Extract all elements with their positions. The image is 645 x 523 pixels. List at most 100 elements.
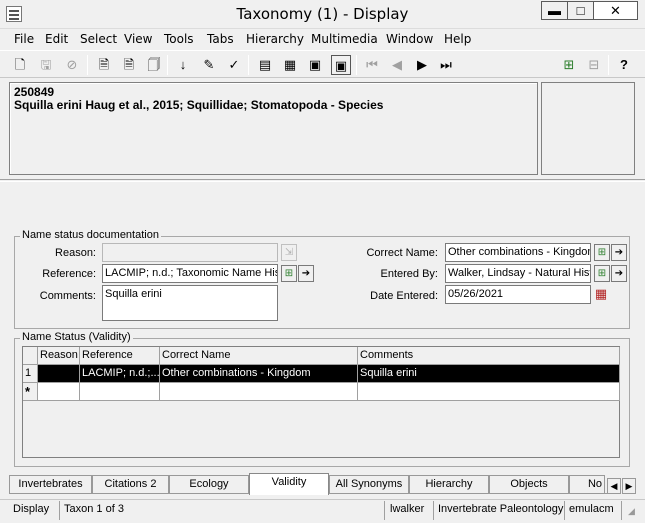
date-entered-field[interactable]: 05/26/2021 xyxy=(445,285,591,304)
cell-comments[interactable] xyxy=(358,383,620,401)
first-record-icon[interactable]: ⏮ xyxy=(362,55,382,75)
page-view-icon[interactable]: ▣ xyxy=(305,55,325,75)
menu-view[interactable]: View xyxy=(124,32,152,46)
toolbar-separator xyxy=(87,55,88,75)
cell-correct-name[interactable]: Other combinations - Kingdom xyxy=(160,365,358,383)
tab-hierarchy[interactable]: Hierarchy xyxy=(409,475,489,494)
toolbar-separator xyxy=(356,55,357,75)
column-header-reason[interactable]: Reason xyxy=(38,347,80,365)
details-view-icon[interactable]: ▤ xyxy=(255,55,275,75)
status-database: emulacm xyxy=(566,501,622,520)
group-title: Name status documentation xyxy=(20,229,161,241)
reference-open-button[interactable]: ➔ xyxy=(298,265,314,282)
previous-record-icon[interactable]: ◀ xyxy=(387,55,407,75)
edit-pen-icon[interactable]: ✎ xyxy=(199,55,219,75)
sort-icon[interactable]: ↓ xyxy=(173,55,193,75)
reason-lookup-button[interactable]: ⇲ xyxy=(281,244,297,261)
status-record-position: Taxon 1 of 3 xyxy=(61,501,385,520)
tab-validity[interactable]: Validity xyxy=(249,473,329,495)
tab-objects[interactable]: Objects xyxy=(489,475,569,494)
tab-no[interactable]: No xyxy=(569,475,605,494)
date-entered-label: Date Entered: xyxy=(370,290,438,302)
menu-file[interactable]: File xyxy=(14,32,34,46)
status-user: lwalker xyxy=(387,501,434,520)
record-header xyxy=(9,82,538,175)
comments-field[interactable]: Squilla erini xyxy=(102,285,278,321)
maximize-button[interactable]: □ xyxy=(567,1,594,20)
close-icon: ✕ xyxy=(610,3,621,18)
record-id: 250849 xyxy=(14,85,55,99)
cell-reason[interactable] xyxy=(38,383,80,401)
spellcheck-icon[interactable]: ✓ xyxy=(224,55,244,75)
cell-reason[interactable] xyxy=(38,365,80,383)
toolbar-separator xyxy=(167,55,168,75)
tab-invertebrates[interactable]: Invertebrates xyxy=(9,475,92,494)
toolbar: 🗋 🖫 ⊘ 🗎 🗎 🗍 ↓ ✎ ✓ ▤ ▦ ▣ ▣ ⏮ ◀ ▶ ⏭ ⊞ ⊟ ? xyxy=(0,50,645,78)
header-divider xyxy=(0,179,645,182)
tab-ecology[interactable]: Ecology xyxy=(169,475,249,494)
toolbar-separator xyxy=(608,55,609,75)
new-record-icon[interactable]: 🗋 xyxy=(10,55,30,75)
cell-comments[interactable]: Squilla erini xyxy=(358,365,620,383)
correct-name-field[interactable]: Other combinations - Kingdom xyxy=(445,243,591,262)
column-header-reference[interactable]: Reference xyxy=(80,347,160,365)
cell-correct-name[interactable] xyxy=(160,383,358,401)
resize-grip-icon[interactable]: ◢ xyxy=(628,506,642,520)
menu-help[interactable]: Help xyxy=(444,32,471,46)
attach-icon: ⊞ xyxy=(597,268,607,279)
comments-label: Comments: xyxy=(39,290,96,302)
menu-bar: File Edit Select View Tools Tabs Hierarc… xyxy=(0,29,645,49)
minimize-icon: ▬ xyxy=(548,3,561,18)
column-header-correct-name[interactable]: Correct Name xyxy=(160,347,358,365)
reference-field[interactable]: LACMIP; n.d.; Taxonomic Name Hist xyxy=(102,264,278,283)
last-record-icon[interactable]: ⏭ xyxy=(436,55,456,75)
menu-hierarchy[interactable]: Hierarchy xyxy=(246,32,304,46)
list-view-icon[interactable]: ▦ xyxy=(280,55,300,75)
cell-reference[interactable] xyxy=(80,383,160,401)
status-mode: Display xyxy=(10,501,60,520)
context-help-icon[interactable]: ? xyxy=(614,55,634,75)
toolbar-separator xyxy=(248,55,249,75)
save-icon[interactable]: 🖫 xyxy=(36,55,56,75)
tab-scroll-left-button[interactable]: ◀ xyxy=(607,478,621,494)
copy-record-icon[interactable]: 🗍 xyxy=(144,55,164,75)
entered-by-open-button[interactable]: ➔ xyxy=(611,265,627,282)
grid-corner xyxy=(23,347,38,365)
attach-icon: ⊞ xyxy=(284,268,294,279)
tab-all-synonyms[interactable]: All Synonyms xyxy=(329,475,409,494)
tab-citations-2[interactable]: Citations 2 xyxy=(92,475,169,494)
reason-field[interactable] xyxy=(102,243,278,262)
cell-reference[interactable]: LACMIP; n.d.;... xyxy=(80,365,160,383)
tab-scroll-right-button[interactable]: ▶ xyxy=(622,478,636,494)
add-attachment-icon[interactable]: ⊞ xyxy=(559,55,579,75)
menu-multimedia[interactable]: Multimedia xyxy=(311,32,378,46)
chevron-left-icon: ◀ xyxy=(610,481,618,491)
row-number[interactable]: 1 xyxy=(23,365,38,383)
form-view-icon[interactable]: ▣ xyxy=(331,55,351,75)
correct-name-attach-button[interactable]: ⊞ xyxy=(594,244,610,261)
reference-attach-button[interactable]: ⊞ xyxy=(281,265,297,282)
lookup-icon: ⇲ xyxy=(284,247,294,258)
menu-tabs[interactable]: Tabs xyxy=(207,32,234,46)
menu-select[interactable]: Select xyxy=(80,32,117,46)
column-header-comments[interactable]: Comments xyxy=(358,347,620,365)
next-record-icon[interactable]: ▶ xyxy=(412,55,432,75)
calendar-icon[interactable]: ▦ xyxy=(593,286,609,302)
entered-by-attach-button[interactable]: ⊞ xyxy=(594,265,610,282)
delete-record-icon[interactable]: 🗎 xyxy=(119,55,139,75)
cancel-icon[interactable]: ⊘ xyxy=(62,55,82,75)
search-record-icon[interactable]: 🗎 xyxy=(94,55,114,75)
name-status-grid: Reason Reference Correct Name Comments 1… xyxy=(22,346,620,458)
record-header-image xyxy=(541,82,635,175)
open-link-icon: ➔ xyxy=(301,268,311,279)
entered-by-field[interactable]: Walker, Lindsay - Natural Hist xyxy=(445,264,591,283)
minimize-button[interactable]: ▬ xyxy=(541,1,568,20)
remove-attachment-icon[interactable]: ⊟ xyxy=(584,55,604,75)
correct-name-open-button[interactable]: ➔ xyxy=(611,244,627,261)
new-row-marker[interactable]: * xyxy=(23,383,38,401)
menu-window[interactable]: Window xyxy=(386,32,433,46)
menu-edit[interactable]: Edit xyxy=(45,32,68,46)
close-button[interactable]: ✕ xyxy=(593,1,638,20)
menu-tools[interactable]: Tools xyxy=(164,32,194,46)
status-department: Invertebrate Paleontology xyxy=(435,501,565,520)
